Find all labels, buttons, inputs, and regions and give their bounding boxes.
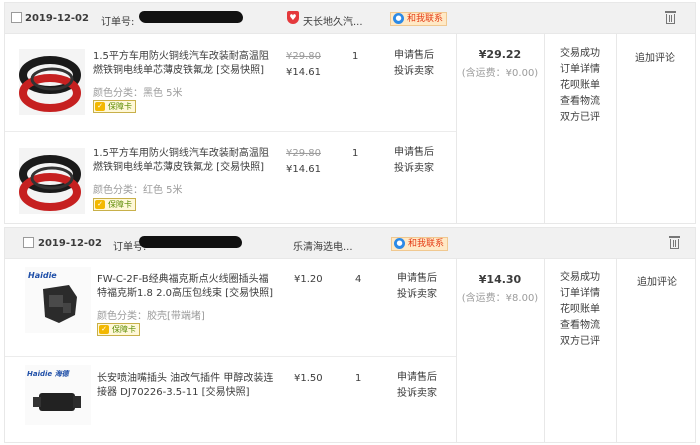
order-header: 2019-12-02 订单号: 乐清海选电... ● 和我联系 — [5, 228, 695, 259]
actual-price: ¥14.61 — [286, 164, 321, 175]
shipping-fee: (含运费：¥8.00) — [461, 293, 539, 304]
after-sales-link[interactable]: 申请售后 — [397, 370, 437, 386]
order-detail-link[interactable]: 订单详情 — [544, 62, 616, 78]
huabei-bill-link[interactable]: 花呗账单 — [544, 78, 616, 94]
guarantee-label: 保障卡 — [112, 325, 136, 334]
after-sales-link[interactable]: 申请售后 — [394, 145, 434, 161]
order-item: 1.5平方车用防火铜线汽车改装耐高温阻燃铁铜电线单芯薄皮铁氟龙 [交易快照] 颜… — [5, 34, 456, 127]
contact-seller-button[interactable]: ● 和我联系 — [391, 237, 449, 251]
contact-seller-label: 和我联系 — [408, 239, 445, 249]
after-sales-link[interactable]: 申请售后 — [394, 48, 434, 64]
contact-seller-label: 和我联系 — [407, 14, 444, 24]
review-status: 双方已评 — [560, 112, 600, 123]
guarantee-badge[interactable]: ✓ 保障卡 — [97, 323, 140, 336]
product-thumbnail[interactable] — [19, 49, 85, 115]
shop-name-link[interactable]: 天长地久汽... — [303, 13, 363, 28]
shop-name-link[interactable]: 乐清海选电... — [293, 238, 353, 253]
order-item: Haidie FW-C-2F-B经典福克斯点火线圈插头福特福克斯1.8 2.0高… — [5, 259, 456, 352]
guarantee-label: 保障卡 — [108, 200, 132, 209]
product-sku: 颜色分类：胶壳[带端堵] — [97, 311, 205, 322]
quantity: 1 — [355, 373, 362, 384]
review-status: 双方已评 — [560, 336, 600, 347]
product-thumbnail[interactable] — [19, 148, 85, 214]
order-checkbox[interactable] — [11, 12, 22, 23]
quantity: 4 — [355, 274, 362, 285]
complain-seller-link[interactable]: 投诉卖家 — [394, 161, 434, 177]
chat-icon: ● — [393, 13, 404, 24]
order-number-label: 订单号: — [101, 17, 135, 28]
order-item: Haidie 海德 长安喷油嘴插头 油改气插件 甲醇改装连接器 DJ70226-… — [5, 357, 456, 442]
product-title-link[interactable]: 1.5平方车用防火铜线汽车改装耐高温阻燃铁铜电线单芯薄皮铁氟龙 [交易快照] — [93, 147, 273, 175]
actual-price: ¥14.61 — [286, 67, 321, 78]
after-sales-link[interactable]: 申请售后 — [397, 271, 437, 287]
chat-icon: ● — [394, 238, 405, 249]
delete-order-icon[interactable] — [665, 11, 676, 24]
shop-icon: ♥ — [287, 11, 299, 24]
brand-logo: Haidie 海德 — [27, 369, 71, 378]
brand-logo: Haidie — [28, 271, 57, 280]
view-logistics-link[interactable]: 查看物流 — [544, 94, 616, 110]
order-item: 1.5平方车用防火铜线汽车改装耐高温阻燃铁铜电线单芯薄皮铁氟龙 [交易快照] 颜… — [5, 132, 456, 225]
product-title-link[interactable]: 长安喷油嘴插头 油改气插件 甲醇改装连接器 DJ70226-3.5-11 [交易… — [97, 372, 275, 400]
order-number-redacted — [139, 11, 243, 23]
order-header: 2019-12-02 订单号: ♥ 天长地久汽... ● 和我联系 — [5, 3, 695, 34]
complain-seller-link[interactable]: 投诉卖家 — [394, 64, 434, 80]
order-total: ¥14.30 — [478, 273, 522, 286]
contact-seller-button[interactable]: ● 和我联系 — [390, 12, 448, 26]
guarantee-icon: ✓ — [99, 325, 109, 334]
order-card: 2019-12-02 订单号: 乐清海选电... ● 和我联系 Haidie F… — [4, 227, 696, 443]
actual-price: ¥1.20 — [294, 274, 323, 285]
trade-status: 交易成功 — [560, 48, 600, 59]
order-number-redacted — [139, 236, 242, 248]
huabei-bill-link[interactable]: 花呗账单 — [544, 302, 616, 318]
view-logistics-link[interactable]: 查看物流 — [544, 318, 616, 334]
product-sku: 颜色分类：黑色 5米 — [93, 88, 183, 99]
product-thumbnail[interactable]: Haidie — [25, 267, 91, 333]
original-price: ¥29.80 — [286, 51, 321, 62]
complain-seller-link[interactable]: 投诉卖家 — [397, 386, 437, 402]
order-date: 2019-12-02 — [38, 238, 102, 249]
guarantee-badge[interactable]: ✓ 保障卡 — [93, 198, 136, 211]
guarantee-label: 保障卡 — [108, 102, 132, 111]
original-price: ¥29.80 — [286, 148, 321, 159]
order-card: 2019-12-02 订单号: ♥ 天长地久汽... ● 和我联系 1.5平方车… — [4, 2, 696, 224]
order-date: 2019-12-02 — [25, 13, 89, 24]
product-title-link[interactable]: 1.5平方车用防火铜线汽车改装耐高温阻燃铁铜电线单芯薄皮铁氟龙 [交易快照] — [93, 50, 273, 78]
actual-price: ¥1.50 — [294, 373, 323, 384]
quantity: 1 — [352, 51, 359, 62]
shipping-fee: (含运费：¥0.00) — [461, 68, 539, 79]
quantity: 1 — [352, 148, 359, 159]
add-review-link[interactable]: 追加评论 — [637, 273, 677, 288]
complain-seller-link[interactable]: 投诉卖家 — [397, 287, 437, 303]
delete-order-icon[interactable] — [669, 236, 680, 249]
product-title-link[interactable]: FW-C-2F-B经典福克斯点火线圈插头福特福克斯1.8 2.0高压包线束 [交… — [97, 273, 275, 301]
order-total: ¥29.22 — [478, 48, 522, 61]
guarantee-icon: ✓ — [95, 200, 105, 209]
product-thumbnail[interactable]: Haidie 海德 — [25, 365, 91, 425]
product-sku: 颜色分类：红色 5米 — [93, 185, 183, 196]
order-checkbox[interactable] — [23, 237, 34, 248]
guarantee-icon: ✓ — [95, 102, 105, 111]
add-review-link[interactable]: 追加评论 — [635, 49, 675, 64]
guarantee-badge[interactable]: ✓ 保障卡 — [93, 100, 136, 113]
order-detail-link[interactable]: 订单详情 — [544, 286, 616, 302]
trade-status: 交易成功 — [560, 272, 600, 283]
